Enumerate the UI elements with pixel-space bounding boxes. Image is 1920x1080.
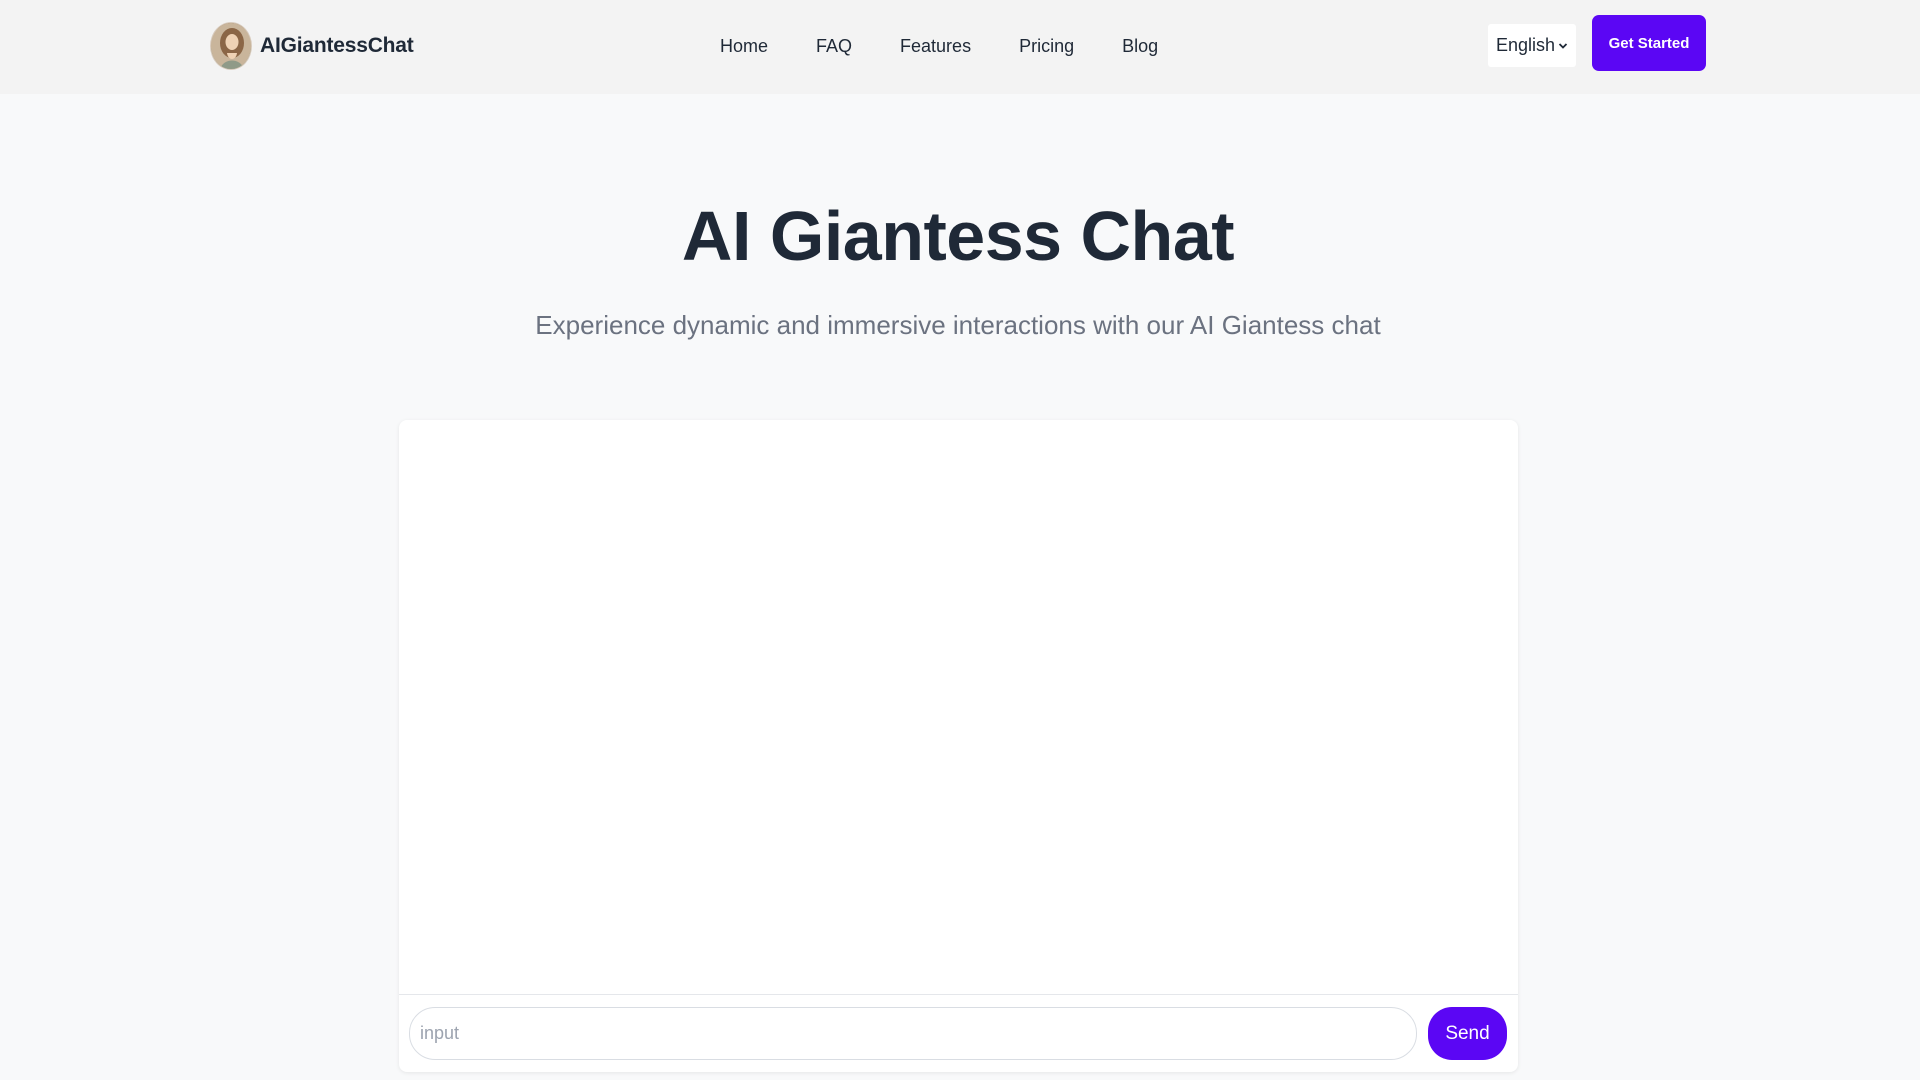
divider <box>399 994 1518 995</box>
nav-link-faq[interactable]: FAQ <box>816 36 852 57</box>
brand-name: AIGiantessChat <box>260 34 414 57</box>
brand-logo-link[interactable]: AIGiantessChat <box>210 22 414 70</box>
nav-link-features[interactable]: Features <box>900 36 971 57</box>
nav-link-home[interactable]: Home <box>720 36 768 57</box>
site-header: AIGiantessChat Home FAQ Features Pricing… <box>0 0 1920 94</box>
chat-panel: Send <box>399 420 1518 1072</box>
nav-link-blog[interactable]: Blog <box>1122 36 1158 57</box>
get-started-button[interactable]: Get Started <box>1592 15 1706 71</box>
language-select-value: English <box>1496 35 1556 55</box>
page-title: AI Giantess Chat <box>681 197 1235 275</box>
chevron-down-icon <box>1558 42 1568 49</box>
chat-messages-area[interactable] <box>399 420 1518 994</box>
send-button[interactable]: Send <box>1428 1007 1507 1060</box>
chat-input[interactable] <box>409 1007 1417 1060</box>
main-nav: Home FAQ Features Pricing Blog <box>720 30 1206 62</box>
language-select[interactable]: English <box>1488 24 1576 67</box>
avatar-icon <box>210 22 252 70</box>
nav-link-pricing[interactable]: Pricing <box>1019 36 1074 57</box>
page-subtitle: Experience dynamic and immersive interac… <box>535 310 1381 340</box>
